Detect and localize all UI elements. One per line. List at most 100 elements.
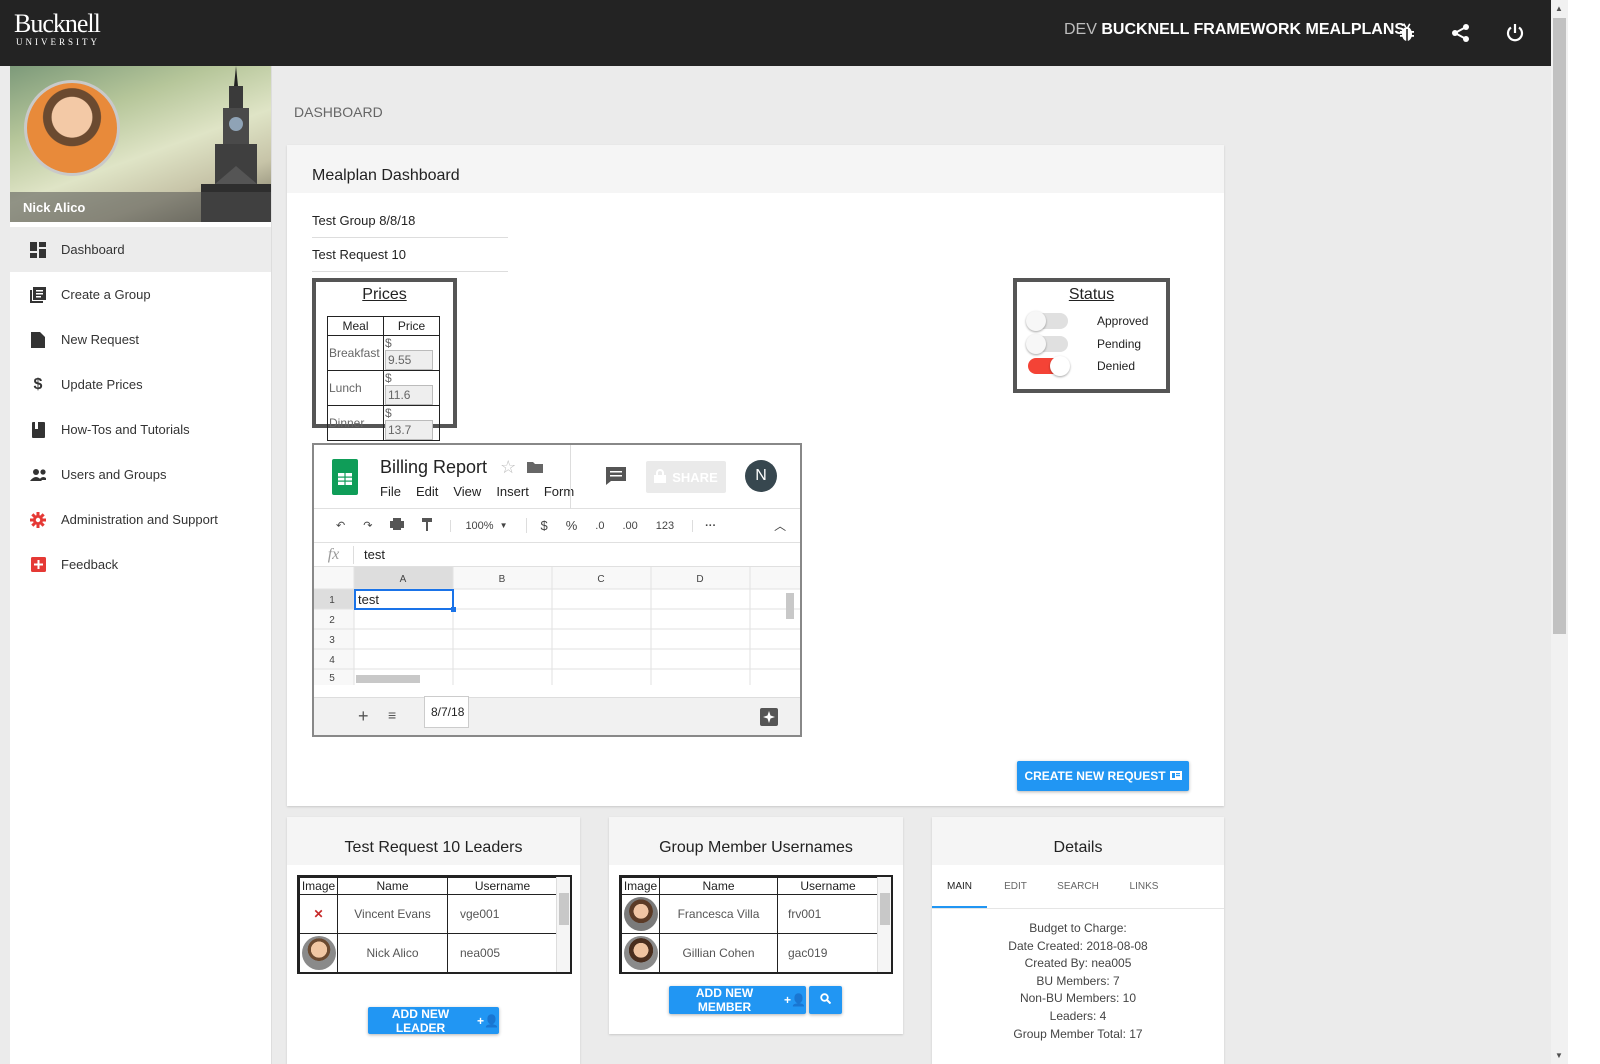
price-cell: $9.55 bbox=[383, 335, 440, 371]
more-formats-button[interactable]: 123 bbox=[656, 520, 674, 532]
all-sheets-icon[interactable]: ≡ bbox=[388, 707, 396, 723]
page-scrollbar[interactable]: ▲ ▼ bbox=[1551, 0, 1568, 1064]
scroll-up-arrow-icon[interactable]: ▲ bbox=[1555, 4, 1563, 13]
header-image: Image bbox=[621, 877, 660, 895]
add-sheet-icon[interactable]: + bbox=[358, 706, 369, 727]
share-button[interactable]: SHARE bbox=[646, 461, 726, 493]
formula-input[interactable]: test bbox=[364, 547, 385, 562]
menu-view[interactable]: View bbox=[453, 484, 481, 499]
comment-icon[interactable] bbox=[606, 467, 626, 490]
menu-edit[interactable]: Edit bbox=[416, 484, 438, 499]
dashboard-icon bbox=[30, 241, 46, 258]
folder-icon[interactable] bbox=[527, 457, 544, 477]
scroll-down-arrow-icon[interactable]: ▼ bbox=[1555, 1051, 1563, 1060]
tab-search[interactable]: SEARCH bbox=[1044, 865, 1112, 908]
sheet-tab[interactable]: 8/7/18 bbox=[424, 696, 469, 728]
table-row: Dinner $13.7 bbox=[327, 405, 440, 441]
pending-toggle[interactable] bbox=[1026, 333, 1068, 354]
table-row: Lunch $11.6 bbox=[327, 370, 440, 406]
zoom-select[interactable]: 100% bbox=[450, 519, 494, 532]
chevron-down-icon[interactable]: ▼ bbox=[500, 521, 508, 530]
sidebar-item-new-request[interactable]: New Request bbox=[10, 317, 271, 362]
add-new-leader-button[interactable]: ADD NEW LEADER +👤 bbox=[368, 1007, 499, 1035]
increase-decimal-button[interactable]: .00 bbox=[622, 520, 637, 532]
leaders-line: Leaders: 4 bbox=[1049, 1008, 1107, 1023]
percent-format-button[interactable]: % bbox=[566, 518, 578, 533]
request-icon bbox=[1169, 769, 1182, 783]
approved-toggle[interactable] bbox=[1026, 311, 1068, 332]
menu-file[interactable]: File bbox=[380, 484, 401, 499]
sidebar: Nick Alico Dashboard Create a Group New … bbox=[10, 66, 272, 1064]
currency-symbol: $ bbox=[385, 406, 392, 420]
sidebar-item-update-prices[interactable]: $ Update Prices bbox=[10, 362, 271, 407]
logo-wordmark: Bucknell bbox=[14, 9, 101, 38]
card-header: Mealplan Dashboard bbox=[287, 145, 1224, 193]
search-member-button[interactable] bbox=[809, 986, 842, 1014]
tab-edit[interactable]: EDIT bbox=[987, 865, 1044, 908]
price-field[interactable]: 9.55 bbox=[385, 350, 433, 370]
members-card: Group Member Usernames Image Name Userna… bbox=[609, 817, 903, 1034]
status-pending-row: Pending bbox=[1017, 333, 1166, 356]
sidebar-item-dashboard[interactable]: Dashboard bbox=[10, 227, 271, 272]
member-photo bbox=[621, 894, 660, 934]
row-header: 2 bbox=[329, 615, 335, 626]
sidebar-item-create-group[interactable]: Create a Group bbox=[10, 272, 271, 317]
decrease-decimal-button[interactable]: .0 bbox=[595, 520, 604, 532]
sidebar-item-label: How-Tos and Tutorials bbox=[61, 422, 190, 437]
leaders-title: Test Request 10 Leaders bbox=[287, 817, 580, 865]
env-label: DEV bbox=[1064, 21, 1097, 38]
print-icon[interactable] bbox=[390, 518, 405, 533]
scrollbar-thumb[interactable] bbox=[1553, 18, 1566, 634]
cell-a1: test bbox=[358, 592, 379, 607]
spreadsheet-grid[interactable]: A B C D 1 2 3 4 5 test bbox=[314, 567, 800, 685]
denied-toggle[interactable] bbox=[1028, 356, 1070, 377]
header-image: Image bbox=[299, 877, 338, 895]
row-header: 4 bbox=[329, 655, 335, 666]
meal-cell: Lunch bbox=[327, 370, 384, 406]
dollar-icon: $ bbox=[33, 375, 43, 393]
row-header: 3 bbox=[329, 635, 335, 646]
table-scrollbar[interactable] bbox=[556, 877, 570, 972]
status-denied-row: Denied bbox=[1017, 355, 1166, 378]
more-icon[interactable]: ··· bbox=[692, 519, 716, 532]
redo-icon[interactable]: ↷ bbox=[363, 519, 372, 532]
undo-icon[interactable]: ↶ bbox=[336, 519, 345, 532]
status-box: Status Approved Pending Denied bbox=[1013, 278, 1170, 393]
share-icon[interactable] bbox=[1446, 18, 1476, 48]
add-new-member-button[interactable]: ADD NEW MEMBER +👤 bbox=[669, 986, 806, 1014]
plus-box-icon bbox=[30, 557, 46, 573]
user-avatar[interactable] bbox=[24, 80, 120, 176]
sidebar-item-users-groups[interactable]: Users and Groups bbox=[10, 452, 271, 497]
sidebar-item-administration[interactable]: Administration and Support bbox=[10, 497, 271, 542]
sheet-user-avatar[interactable]: N bbox=[745, 460, 777, 492]
billing-report-sheet[interactable]: Billing Report ☆ File Edit View Insert F… bbox=[312, 443, 802, 737]
tab-main[interactable]: MAIN bbox=[932, 865, 987, 908]
explore-icon[interactable] bbox=[760, 708, 778, 731]
sheet-title-text: Billing Report bbox=[380, 457, 488, 477]
create-new-request-button[interactable]: CREATE NEW REQUEST bbox=[1017, 761, 1189, 791]
price-field[interactable]: 13.7 bbox=[385, 420, 433, 440]
sidebar-item-how-tos[interactable]: How-Tos and Tutorials bbox=[10, 407, 271, 452]
page-margin bbox=[1568, 0, 1600, 1064]
sheet-title[interactable]: Billing Report ☆ bbox=[380, 457, 544, 478]
prices-box: Prices Meal Price Breakfast $9.55 Lunch … bbox=[312, 278, 457, 441]
bug-icon[interactable] bbox=[1392, 18, 1422, 48]
date-created-line: Date Created: 2018-08-08 bbox=[1008, 938, 1148, 953]
meal-cell: Dinner bbox=[327, 405, 384, 441]
sidebar-item-feedback[interactable]: Feedback bbox=[10, 542, 271, 587]
breadcrumb: DASHBOARD bbox=[294, 104, 383, 120]
currency-format-button[interactable]: $ bbox=[525, 518, 548, 533]
google-sheets-icon[interactable] bbox=[332, 459, 358, 495]
member-name: Francesca Villa bbox=[659, 894, 778, 934]
tab-links[interactable]: LINKS bbox=[1112, 865, 1176, 908]
power-icon[interactable] bbox=[1500, 18, 1530, 48]
table-scrollbar[interactable] bbox=[877, 877, 891, 972]
star-icon[interactable]: ☆ bbox=[500, 457, 516, 477]
price-field[interactable]: 11.6 bbox=[385, 385, 433, 405]
share-label: SHARE bbox=[672, 469, 718, 485]
leader-name: Nick Alico bbox=[337, 933, 448, 972]
chevron-up-icon[interactable]: ︿ bbox=[774, 517, 786, 534]
paint-format-icon[interactable] bbox=[422, 517, 433, 534]
bucknell-logo[interactable]: Bucknell UNIVERSITY bbox=[14, 9, 101, 48]
menu-insert[interactable]: Insert bbox=[496, 484, 529, 499]
